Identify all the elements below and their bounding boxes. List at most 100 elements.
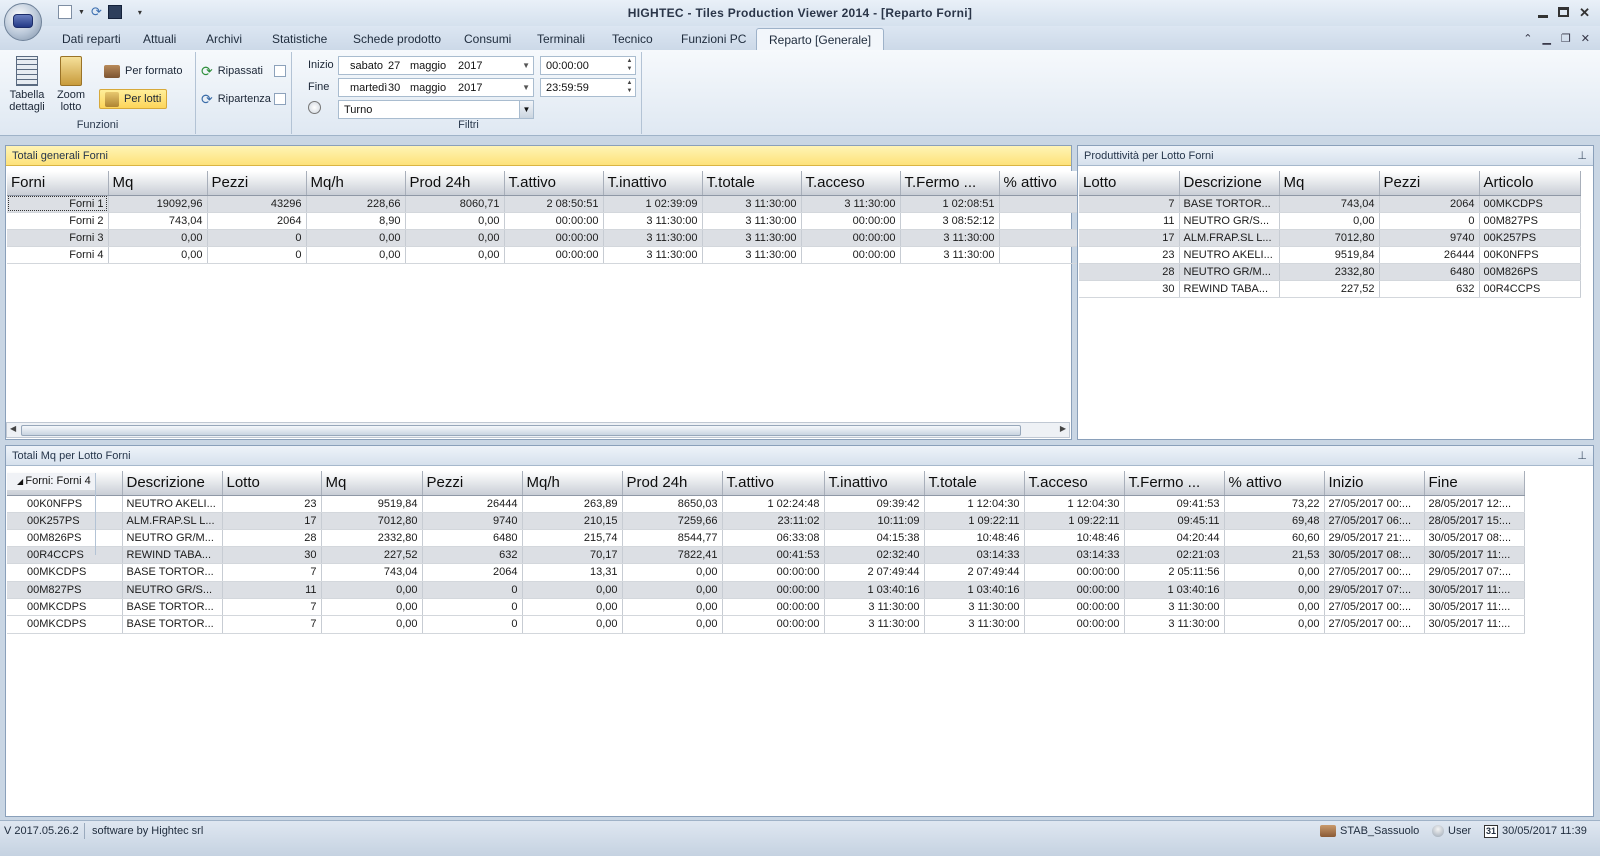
pin-icon[interactable]: ⊥ (1577, 449, 1587, 462)
table-row[interactable]: 11 NEUTRO GR/S... 0,00 0 00M827PS (1079, 212, 1581, 230)
table-cell: 70,17 (522, 546, 623, 564)
table-cell: 2332,80 (1279, 263, 1380, 281)
col-header-lotto[interactable]: Lotto (222, 471, 322, 496)
col-header-forni[interactable]: Forni (7, 171, 109, 196)
col-header-fine[interactable]: Fine (1424, 471, 1525, 496)
group-funzioni: Tabella dettagli Zoom lotto Per formato … (0, 52, 196, 134)
col-header-pezzi[interactable]: Pezzi (207, 171, 307, 196)
col-header-prod-24h[interactable]: Prod 24h (622, 471, 723, 496)
mdi-close-icon[interactable]: ✕ (1581, 32, 1590, 45)
tabella-dettagli-button[interactable]: Tabella dettagli (6, 56, 48, 113)
table-row[interactable]: Forni 1 19092,96 43296 228,66 8060,71 2 08:50… (7, 195, 1238, 213)
table-row[interactable]: 30 REWIND TABA... 227,52 632 00R4CCPS (1079, 280, 1581, 298)
ribbon-collapse-icon[interactable]: ⌃ (1523, 32, 1532, 45)
table-row[interactable]: 28 NEUTRO GR/M... 2332,80 6480 00M826PS (1079, 263, 1581, 281)
table-row[interactable]: 00K257PS ALM.FRAP.SL L... 17 7012,80 9740 210… (7, 512, 1525, 530)
per-formato-button[interactable]: Per formato (99, 61, 187, 81)
tab-attuali[interactable]: Attuali (131, 30, 188, 50)
table-row[interactable]: 23 NEUTRO AKELI... 9519,84 26444 00K0NFPS (1079, 246, 1581, 264)
table-row[interactable]: 7 BASE TORTOR... 743,04 2064 00MKCDPS (1079, 195, 1581, 213)
col-header-t-attivo[interactable]: T.attivo (722, 471, 825, 496)
scroll-left-icon[interactable]: ◀ (10, 424, 16, 433)
col-header-prod-24h[interactable]: Prod 24h (405, 171, 505, 196)
table-row[interactable]: Forni 3 0,00 0 0,00 0,00 00:00:00 3 11:30:00 3 … (7, 229, 1238, 247)
col-header-mq-h[interactable]: Mq/h (522, 471, 623, 496)
col-header-t-totale[interactable]: T.totale (924, 471, 1025, 496)
app-menu-button[interactable] (4, 3, 42, 41)
chevron-down-icon[interactable]: ▼ (522, 61, 530, 70)
fine-time-field[interactable]: 23:59:59 ▲ ▼ (540, 78, 636, 97)
ripassati-button[interactable]: ⟳ Ripassati (196, 61, 268, 81)
spinner-icon[interactable]: ▲ ▼ (625, 79, 634, 96)
spinner-icon[interactable]: ▲ ▼ (625, 57, 634, 74)
tab-dati-reparti[interactable]: Dati reparti (50, 30, 133, 50)
table-cell: 00K0NFPS (1479, 246, 1581, 264)
table-row[interactable]: Forni 2 743,04 2064 8,90 0,00 00:00:00 3 11:30… (7, 212, 1238, 230)
group-row[interactable]: ◢ Forni: Forni 4 (7, 473, 96, 555)
totali-horizontal-scrollbar[interactable]: ◀ ▶ (6, 422, 1070, 438)
tab-tecnico[interactable]: Tecnico (600, 30, 665, 50)
ripartenza-checkbox[interactable] (274, 93, 286, 105)
col-header-t-acceso[interactable]: T.acceso (801, 171, 901, 196)
table-row[interactable]: 00MKCDPS BASE TORTOR... 7 0,00 0 0,00 0,00 00:0… (7, 616, 1525, 634)
table-cell: 1 09:22:11 (924, 512, 1025, 530)
table-row[interactable]: 17 ALM.FRAP.SL L... 7012,80 9740 00K257PS (1079, 229, 1581, 247)
mdi-restore-icon[interactable]: ❐ (1561, 32, 1571, 45)
col-header-inizio[interactable]: Inizio (1324, 471, 1425, 496)
tab-schede-prodotto[interactable]: Schede prodotto (341, 30, 453, 50)
table-row[interactable]: 00M827PS NEUTRO GR/S... 11 0,00 0 0,00 0,00 00:… (7, 581, 1525, 599)
col-header-t-acceso[interactable]: T.acceso (1024, 471, 1125, 496)
col-header-t-inattivo[interactable]: T.inattivo (824, 471, 925, 496)
per-lotti-button[interactable]: Per lotti (99, 89, 168, 109)
inizio-time-field[interactable]: 00:00:00 ▲ ▼ (540, 56, 636, 75)
col-header-lotto[interactable]: Lotto (1079, 171, 1180, 196)
col-header-t-fermo[interactable]: T.Fermo ... (900, 171, 1000, 196)
tab-consumi[interactable]: Consumi (452, 30, 523, 50)
table-row[interactable]: 00MKCDPS BASE TORTOR... 7 0,00 0 0,00 0,00 00:0… (7, 598, 1525, 616)
scrollbar-thumb[interactable] (21, 425, 1021, 436)
tab-funzioni-pc[interactable]: Funzioni PC (669, 30, 758, 50)
tab-statistiche[interactable]: Statistiche (260, 30, 339, 50)
ribbon-tabs: Dati reparti Attuali Archivi Statistiche… (0, 26, 1600, 50)
tab-archivi[interactable]: Archivi (194, 30, 254, 50)
col-header-mq[interactable]: Mq (1279, 171, 1380, 196)
tab-reparto-generale[interactable]: Reparto [Generale] (756, 28, 885, 50)
col-header-mq[interactable]: Mq (108, 171, 208, 196)
fine-day: martedì (350, 81, 388, 94)
col-header-pezzi[interactable]: Pezzi (422, 471, 523, 496)
col-header--attivo[interactable]: % attivo (1224, 471, 1325, 496)
scroll-right-icon[interactable]: ▶ (1060, 424, 1066, 433)
table-row[interactable]: 00M826PS NEUTRO GR/M... 28 2332,80 6480 215,7… (7, 529, 1525, 547)
col-header-pezzi[interactable]: Pezzi (1379, 171, 1480, 196)
table-row[interactable]: 00K0NFPS NEUTRO AKELI... 23 9519,84 26444 263… (7, 495, 1525, 513)
col-header-t-inattivo[interactable]: T.inattivo (603, 171, 703, 196)
turno-select[interactable]: Turno ▼ (338, 100, 534, 119)
user-text: User (1448, 825, 1472, 837)
zoom-lotto-button[interactable]: Zoom lotto (50, 56, 92, 113)
col-header-t-attivo[interactable]: T.attivo (504, 171, 604, 196)
col-header-t-totale[interactable]: T.totale (702, 171, 802, 196)
col-header-descrizione[interactable]: Descrizione (122, 471, 223, 496)
col-header-mq[interactable]: Mq (321, 471, 423, 496)
col-header-descrizione[interactable]: Descrizione (1179, 171, 1280, 196)
fine-date-picker[interactable]: martedì 30 maggio 2017 ▼ (338, 78, 534, 97)
restore-icon[interactable] (1558, 7, 1570, 17)
chevron-down-icon[interactable]: ▼ (519, 101, 533, 118)
table-row[interactable]: 00MKCDPS BASE TORTOR... 7 743,04 2064 13,31 0,… (7, 564, 1525, 582)
pin-icon[interactable]: ⊥ (1577, 149, 1587, 162)
table-cell: 02:21:03 (1124, 546, 1225, 564)
ripartenza-button[interactable]: ⟳ Ripartenza (196, 89, 276, 109)
clock-icon (308, 101, 321, 114)
minimize-icon[interactable] (1538, 15, 1549, 18)
inizio-date-picker[interactable]: sabato 27 maggio 2017 ▼ (338, 56, 534, 75)
chevron-down-icon[interactable]: ▼ (522, 83, 530, 92)
table-row[interactable]: Forni 4 0,00 0 0,00 0,00 00:00:00 3 11:30:00 3 … (7, 246, 1238, 264)
tab-terminali[interactable]: Terminali (525, 30, 597, 50)
close-icon[interactable]: ✕ (1579, 6, 1590, 19)
mdi-minimize-icon[interactable]: ▁ (1542, 32, 1550, 45)
col-header-articolo[interactable]: Articolo (1479, 171, 1581, 196)
ripassati-checkbox[interactable] (274, 65, 286, 77)
table-row[interactable]: 00R4CCPS REWIND TABA... 30 227,52 632 70,17 78… (7, 546, 1525, 564)
col-header-mq-h[interactable]: Mq/h (306, 171, 406, 196)
col-header-t-fermo[interactable]: T.Fermo ... (1124, 471, 1225, 496)
